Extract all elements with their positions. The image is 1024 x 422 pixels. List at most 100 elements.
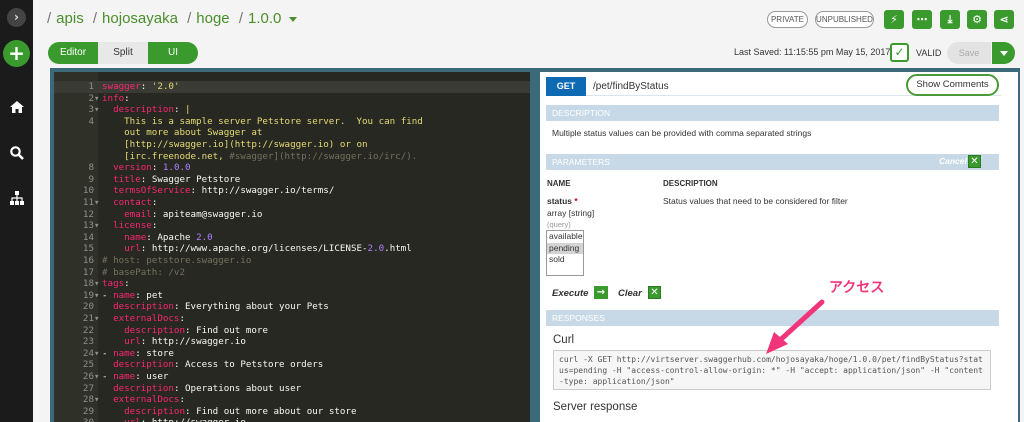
fold-toggle-icon[interactable]: ▾ (94, 371, 100, 383)
code-line[interactable]: [irc.freenode.net, #swagger](http://swag… (54, 151, 530, 163)
cancel-link[interactable]: Cancel (939, 156, 967, 166)
fold-toggle-icon[interactable]: ▾ (94, 220, 100, 232)
line-number: 30 (72, 417, 94, 422)
code-line[interactable]: 13 ▾ license: (54, 220, 530, 232)
code-line[interactable]: 12 email: apiteam@swagger.io (54, 209, 530, 221)
breadcrumb-separator: / (92, 10, 98, 27)
fold-toggle-icon[interactable]: ▾ (94, 290, 100, 302)
execute-label[interactable]: Execute (552, 288, 588, 299)
fold-toggle-icon[interactable]: ▾ (94, 104, 100, 116)
close-icon[interactable]: ✕ (968, 155, 981, 168)
fold-toggle-icon[interactable]: ▾ (94, 93, 100, 105)
code-line[interactable]: 15 url: http://www.apache.org/licenses/L… (54, 243, 530, 255)
line-number: 20 (82, 301, 94, 313)
param-description: Status values that need to be considered… (663, 196, 848, 206)
code-line[interactable]: 22 description: Find out more (54, 325, 530, 337)
code-line[interactable]: 18 ▾ tags: (54, 278, 530, 290)
line-number: 10 (82, 185, 94, 197)
code-line[interactable]: 3 ▾ description: | (54, 104, 530, 116)
code-line[interactable]: 26 ▾ - name: user (54, 371, 530, 383)
code-line[interactable]: 8 version: 1.0.0 (54, 162, 530, 174)
arrow-right-icon[interactable]: → (594, 286, 608, 299)
code-text: # basePath: /v2 (102, 266, 185, 278)
param-name: status * (547, 196, 578, 206)
line-number: 13 (82, 220, 94, 232)
code-line[interactable]: 29 description: Find out more about our … (54, 406, 530, 418)
org-chart-icon[interactable] (9, 190, 25, 206)
breadcrumb-apis[interactable]: apis (56, 10, 84, 27)
code-line[interactable]: 30 url: http://swagger.io (54, 417, 530, 422)
code-line[interactable]: [http://swagger.io](http://swagger.io) o… (54, 139, 530, 151)
fold-toggle-icon[interactable]: ▾ (94, 278, 100, 290)
code-line[interactable]: 14 name: Apache 2.0 (54, 232, 530, 244)
col-description-header: DESCRIPTION (663, 179, 718, 188)
clear-icon[interactable]: ✕ (648, 286, 661, 299)
version-label: 1.0.0 (248, 10, 282, 27)
code-line[interactable]: 21 ▾ externalDocs: (54, 313, 530, 325)
private-badge[interactable]: PRIVATE (767, 11, 808, 28)
code-text: description: Access to Petstore orders (113, 359, 324, 371)
collapse-icon[interactable]: › (7, 8, 26, 27)
code-line[interactable]: 4 This is a sample server Petstore serve… (54, 116, 530, 128)
fold-toggle-icon[interactable]: ▾ (94, 394, 100, 406)
fold-toggle-icon[interactable]: ▾ (94, 313, 100, 325)
curl-title: Curl (553, 334, 575, 346)
unpublished-badge[interactable]: UNPUBLISHED (815, 11, 874, 28)
code-line[interactable]: 19 ▾ - name: pet (54, 290, 530, 302)
breadcrumb-owner[interactable]: hojosayaka (102, 10, 178, 27)
search-icon[interactable] (9, 145, 25, 161)
code-line[interactable]: 10 termsOfService: http://swagger.io/ter… (54, 185, 530, 197)
code-line[interactable]: 27 description: Operations about user (54, 383, 530, 395)
plus-icon[interactable]: + (3, 40, 30, 67)
save-dropdown-button[interactable] (992, 42, 1015, 64)
code-line[interactable]: 9 title: Swagger Petstore (54, 174, 530, 186)
code-text: contact: (113, 197, 158, 208)
status-option[interactable]: sold (547, 254, 583, 266)
tab-split[interactable]: Split (98, 42, 148, 64)
clear-label[interactable]: Clear (618, 288, 642, 299)
code-text: [http://swagger.io](http://swagger.io) o… (102, 139, 368, 150)
tab-ui[interactable]: UI (148, 42, 198, 64)
save-button[interactable]: Save (947, 42, 991, 64)
code-line[interactable]: 24 ▾ - name: store (54, 348, 530, 360)
status-option[interactable]: available (547, 231, 583, 243)
code-line[interactable]: 20 description: Everything about your Pe… (54, 301, 530, 313)
required-mark: * (574, 196, 578, 206)
line-number: 27 (82, 382, 94, 394)
last-saved-text: Last Saved: 11:15:55 pm May 15, 2017 (734, 47, 891, 57)
line-number: 22 (82, 324, 94, 336)
download-icon[interactable]: ⤓ (940, 10, 960, 29)
code-line[interactable]: out more about Swagger at (54, 127, 530, 139)
tab-editor[interactable]: Editor (48, 42, 98, 64)
operation-description: Multiple status values can be provided w… (552, 128, 812, 138)
share-icon[interactable]: ⋖ (994, 10, 1014, 29)
code-line[interactable]: 16 # host: petstore.swagger.io (54, 255, 530, 267)
fold-toggle-icon[interactable]: ▾ (94, 197, 100, 209)
status-select[interactable]: available pending sold (546, 230, 584, 276)
code-line[interactable]: 11 ▾ contact: (54, 197, 530, 209)
line-number: 29 (82, 405, 94, 417)
gear-icon[interactable]: ⚙ (967, 10, 987, 29)
code-line[interactable]: 17 # basePath: /v2 (54, 267, 530, 279)
code-text: description: Find out more (124, 324, 268, 336)
code-text: title: Swagger Petstore (113, 173, 241, 185)
split-divider[interactable] (530, 72, 540, 422)
code-line[interactable]: 28 ▾ externalDocs: (54, 394, 530, 406)
code-line[interactable]: 2 ▾ info: (54, 93, 530, 105)
code-line[interactable]: 23 url: http://swagger.io (54, 336, 530, 348)
fold-toggle-icon[interactable]: ▾ (94, 348, 100, 360)
code-editor[interactable]: 1 swagger: '2.0' 2 ▾ info: 3 ▾ description: | 4… (54, 72, 530, 422)
version-dropdown[interactable]: 1.0.0 (248, 10, 298, 27)
code-line[interactable]: 1 swagger: '2.0' (54, 81, 530, 93)
breadcrumb-api[interactable]: hoge (196, 10, 229, 27)
more-icon[interactable]: ⋯ (912, 10, 932, 29)
plug-icon[interactable]: ⚡ (884, 10, 904, 29)
server-response-title: Server response (553, 401, 638, 413)
home-icon[interactable] (9, 99, 25, 115)
show-comments-button[interactable]: Show Comments (906, 74, 999, 96)
status-option-selected[interactable]: pending (547, 242, 583, 254)
code-text: tags: (102, 278, 130, 290)
code-line[interactable]: 25 description: Access to Petstore order… (54, 359, 530, 371)
line-number: 2 (88, 92, 94, 104)
line-number: 28 (82, 394, 94, 406)
